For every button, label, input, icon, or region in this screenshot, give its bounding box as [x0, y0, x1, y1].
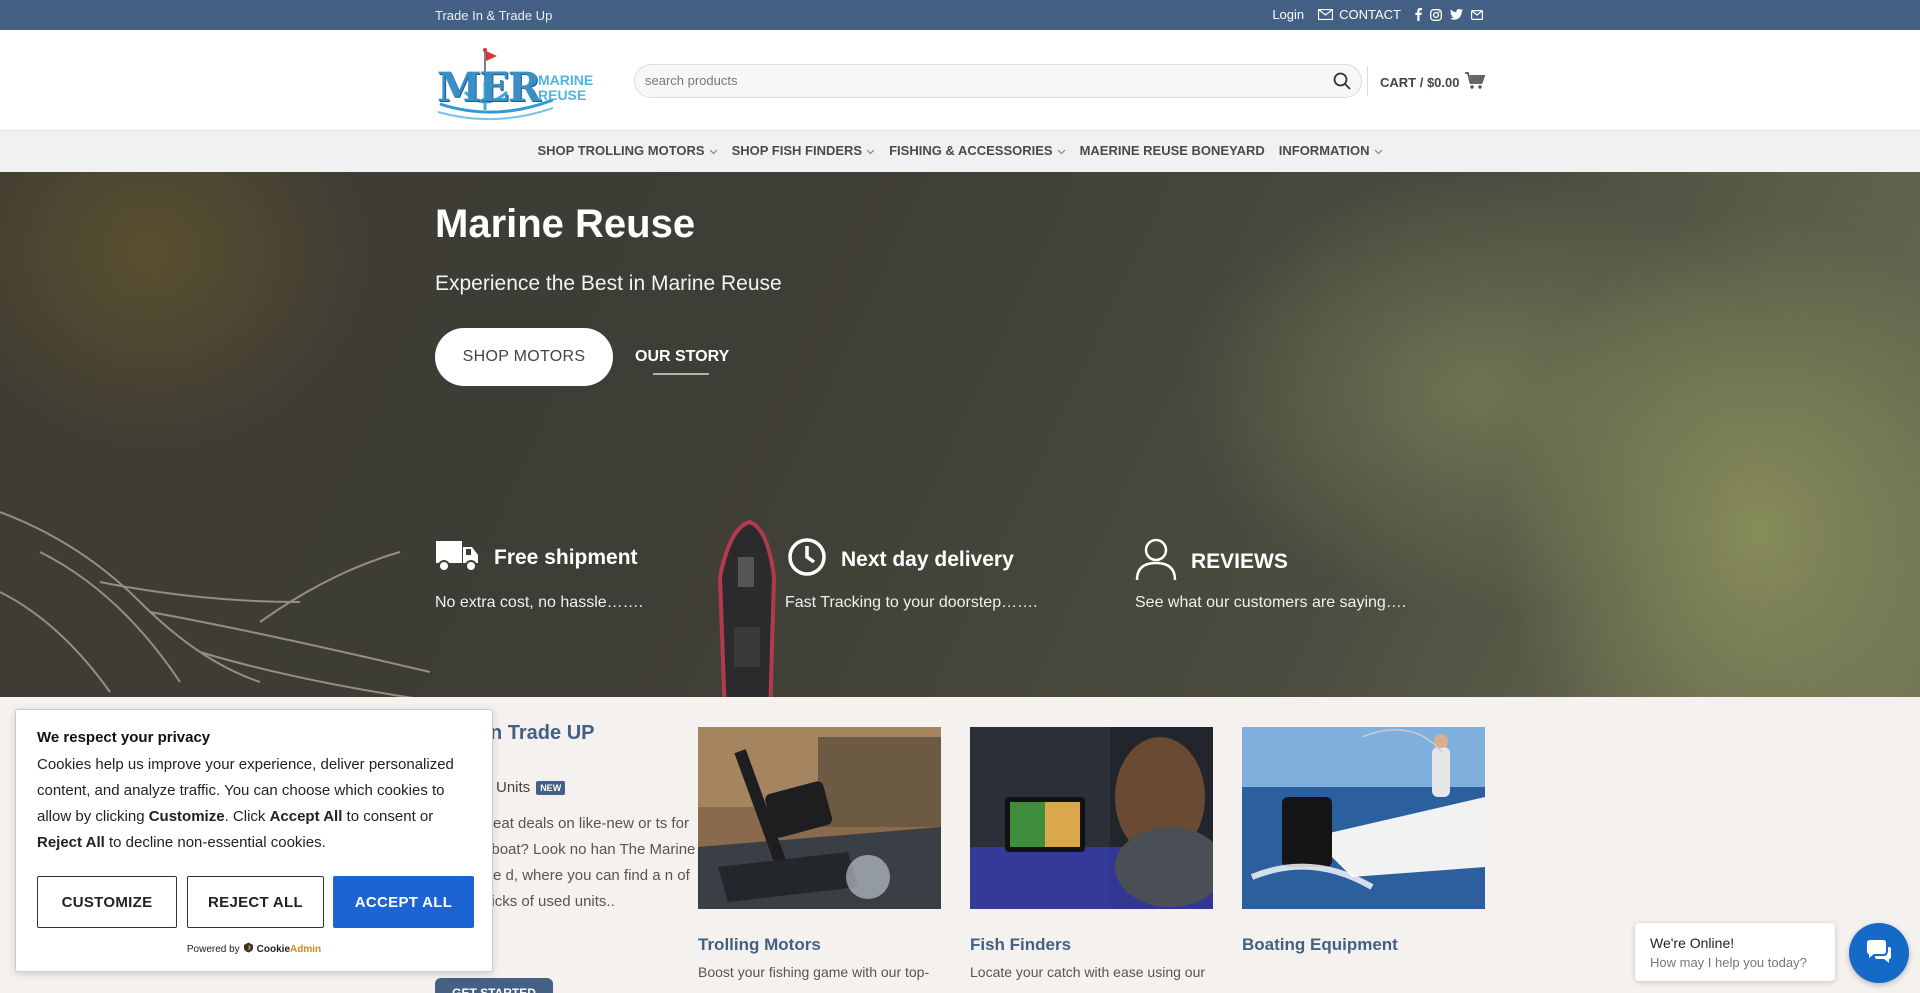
- cookieadmin-brand[interactable]: CookieAdmin: [257, 944, 321, 955]
- clock-icon: [787, 537, 827, 583]
- main-nav: SHOP TROLLING MOTORS SHOP FISH FINDERS F…: [0, 130, 1920, 172]
- nav-item-information[interactable]: INFORMATION: [1279, 143, 1383, 158]
- chevron-down-icon: [1374, 143, 1383, 158]
- intro-title: n Trade UP: [490, 722, 595, 744]
- chevron-down-icon: [1057, 143, 1066, 158]
- cookie-customize-button[interactable]: CUSTOMIZE: [37, 876, 177, 928]
- cookie-text-bold: Customize: [148, 808, 225, 825]
- new-badge: NEW: [536, 780, 566, 795]
- cookie-reject-all-button[interactable]: REJECT ALL: [187, 876, 324, 928]
- header-divider: [1367, 66, 1368, 96]
- trolling-motor-image: [698, 727, 941, 909]
- chevron-down-icon: [709, 143, 718, 158]
- instagram-icon[interactable]: [1430, 8, 1442, 21]
- shop-motors-button[interactable]: SHOP MOTORS: [435, 328, 613, 386]
- truck-icon: [435, 537, 480, 579]
- cookie-accept-all-button[interactable]: ACCEPT ALL: [333, 876, 474, 928]
- nav-item-trolling-motors[interactable]: SHOP TROLLING MOTORS: [537, 143, 718, 158]
- our-story-link[interactable]: OUR STORY: [635, 348, 729, 366]
- contact-link[interactable]: CONTACT: [1318, 7, 1401, 22]
- brand-part: Admin: [290, 943, 322, 955]
- cookieadmin-logo-icon: [243, 942, 254, 956]
- cookie-text-bold: Reject All: [37, 834, 105, 851]
- brand-part: Cookie: [256, 943, 291, 955]
- nav-item-label: SHOP FISH FINDERS: [731, 143, 863, 158]
- envelope-icon: [1318, 9, 1334, 20]
- top-bar-links: Login CONTACT: [1272, 7, 1483, 22]
- hero-subtitle: Experience the Best in Marine Reuse: [435, 272, 782, 295]
- hero-banner: Marine Reuse Experience the Best in Mari…: [0, 172, 1920, 697]
- social-icons: [1415, 8, 1483, 21]
- search-input[interactable]: [645, 73, 1295, 88]
- card-title: Trolling Motors: [698, 935, 821, 954]
- boating-equipment-image: [1242, 727, 1485, 909]
- cart-label: CART / $0.00: [1380, 75, 1460, 90]
- search-icon[interactable]: [1333, 72, 1351, 95]
- chat-greeting-subtitle: How may I help you today?: [1650, 955, 1807, 970]
- cookie-text-part: to consent or: [342, 808, 434, 825]
- cookie-consent-banner: We respect your privacy Cookies help us …: [15, 709, 493, 972]
- user-icon: [1135, 537, 1177, 587]
- feature-title: REVIEWS: [1191, 550, 1288, 573]
- category-card-trolling-motors[interactable]: Trolling Motors Boost your fishing game …: [698, 727, 941, 983]
- facebook-icon[interactable]: [1415, 8, 1422, 21]
- fish-finder-image: [970, 727, 1213, 909]
- site-logo[interactable]: MER MARINE REUSE: [435, 42, 605, 121]
- login-link[interactable]: Login: [1272, 7, 1304, 22]
- feature-desc: Fast Tracking to your doorstep…….: [785, 594, 1038, 611]
- card-title: Fish Finders: [970, 935, 1072, 954]
- chat-greeting-title: We're Online!: [1650, 935, 1735, 951]
- top-bar-tagline: Trade In & Trade Up: [435, 8, 553, 23]
- hero-boat-image: [717, 519, 777, 697]
- hero-branches-image: [0, 511, 431, 697]
- logo-text-marine: MARINE: [538, 72, 594, 88]
- intro-text: for great deals on like-new or ts for yo…: [458, 815, 696, 910]
- our-story-underline: [653, 373, 709, 375]
- chat-icon: [1867, 940, 1891, 963]
- intro-subtitle: Units NEW: [496, 779, 566, 796]
- get-started-button[interactable]: GET STARTED: [435, 978, 553, 993]
- category-card-fish-finders[interactable]: Fish Finders Locate your catch with ease…: [970, 727, 1213, 983]
- card-desc: Boost your fishing game with our top-: [698, 964, 930, 980]
- card-title: Boating Equipment: [1242, 935, 1398, 954]
- cart-icon: [1465, 72, 1486, 93]
- mail-icon[interactable]: [1471, 9, 1483, 20]
- nav-item-boneyard[interactable]: MAERINE REUSE BONEYARD: [1080, 143, 1265, 158]
- contact-label: CONTACT: [1339, 7, 1401, 22]
- cookie-powered-by: Powered by CookieAdmin: [16, 942, 492, 956]
- chevron-down-icon: [866, 143, 875, 158]
- cookie-text: Cookies help us improve your experience,…: [37, 752, 477, 856]
- feature-desc: No extra cost, no hassle…….: [435, 594, 644, 611]
- feature-title: Free shipment: [494, 546, 638, 569]
- category-card-boating-equipment[interactable]: Boating Equipment: [1242, 727, 1485, 961]
- nav-item-label: FISHING & ACCESSORIES: [889, 143, 1053, 158]
- top-bar: Trade In & Trade Up Login CONTACT: [0, 0, 1920, 30]
- chat-launcher-button[interactable]: [1849, 923, 1909, 983]
- cookie-text-part: to decline non-essential cookies.: [104, 834, 326, 851]
- nav-item-label: INFORMATION: [1278, 143, 1370, 158]
- search-box: [634, 64, 1362, 98]
- logo-text-reuse: REUSE: [538, 87, 587, 103]
- logo-letters: MER: [437, 64, 541, 111]
- site-header: MER MARINE REUSE CART / $0.00: [0, 30, 1920, 130]
- nav-item-fish-finders[interactable]: SHOP FISH FINDERS: [732, 143, 876, 158]
- powered-by-label: Powered by: [186, 943, 240, 955]
- twitter-icon[interactable]: [1450, 9, 1463, 20]
- feature-title: Next day delivery: [841, 548, 1014, 571]
- nav-item-label: MAERINE REUSE BONEYARD: [1079, 143, 1265, 158]
- cookie-text-bold: Accept All: [269, 808, 343, 825]
- feature-desc: See what our customers are saying….: [1135, 594, 1407, 611]
- nav-item-fishing-accessories[interactable]: FISHING & ACCESSORIES: [889, 143, 1066, 158]
- cookie-title: We respect your privacy: [37, 729, 211, 746]
- hero-title: Marine Reuse: [435, 202, 696, 246]
- cookie-text-part: . Click: [224, 808, 270, 825]
- chat-greeting-bubble[interactable]: We're Online! How may I help you today?: [1635, 923, 1835, 981]
- cart-link[interactable]: CART / $0.00: [1380, 72, 1486, 93]
- intro-sub-text: Units: [496, 779, 531, 796]
- nav-item-label: SHOP TROLLING MOTORS: [537, 143, 705, 158]
- card-desc: Locate your catch with ease using our: [970, 964, 1206, 980]
